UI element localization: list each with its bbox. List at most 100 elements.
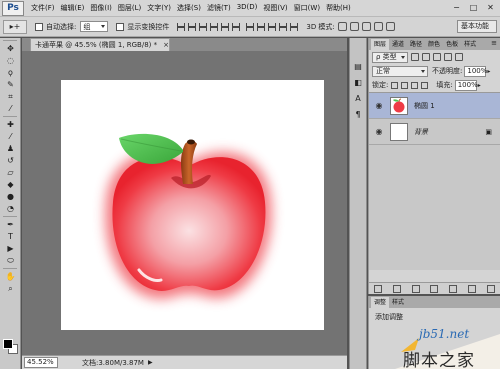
fill-arrow-icon[interactable]: ▸	[478, 82, 481, 89]
canvas-area[interactable]	[22, 51, 347, 355]
menu-edit[interactable]: 编辑(E)	[58, 3, 88, 13]
quick-select-tool-icon[interactable]: ✎	[3, 79, 18, 90]
3d-rotate-icon[interactable]	[337, 22, 347, 31]
eraser-tool-icon[interactable]: ▱	[3, 167, 18, 178]
panel-menu-icon[interactable]: ≡	[491, 39, 497, 47]
distribute-vcenter-icon[interactable]	[257, 22, 266, 31]
layer-filter-kind-dropdown[interactable]: ρ 类型	[372, 51, 408, 63]
restore-button[interactable]: □	[468, 2, 479, 13]
properties-panel-icon[interactable]: ◧	[352, 76, 364, 88]
align-hcenter-icon[interactable]	[221, 22, 230, 31]
color-swatches[interactable]	[3, 339, 19, 355]
align-top-icon[interactable]	[177, 22, 186, 31]
tab-channels[interactable]: 通道	[389, 39, 407, 50]
menu-image[interactable]: 图像(I)	[87, 3, 115, 13]
tab-styles[interactable]: 样式	[461, 39, 479, 50]
marquee-tool-icon[interactable]: ◌	[3, 55, 18, 66]
tab-paths[interactable]: 路径	[407, 39, 425, 50]
hand-tool-icon[interactable]: ✋	[3, 271, 18, 282]
brush-tool-icon[interactable]: ⁄	[3, 131, 18, 142]
fill-field[interactable]: 100%	[454, 79, 478, 91]
workspace-dropdown[interactable]: 基本功能	[457, 20, 497, 33]
opacity-field[interactable]: 100%	[464, 65, 487, 77]
layer-row-ellipse[interactable]: ◉ 椭圆 1	[369, 93, 500, 119]
menu-layer[interactable]: 图层(L)	[115, 3, 144, 13]
paint-bucket-tool-icon[interactable]: ◆	[3, 179, 18, 190]
auto-select-checkbox[interactable]	[35, 22, 43, 31]
align-bottom-icon[interactable]	[199, 22, 208, 31]
menu-file[interactable]: 文件(F)	[28, 3, 58, 13]
zoom-tool-icon[interactable]: ⌕	[3, 283, 18, 294]
lock-position-icon[interactable]	[411, 81, 419, 89]
distribute-bottom-icon[interactable]	[268, 22, 277, 31]
show-transform-checkbox[interactable]	[116, 22, 125, 31]
tab-layers[interactable]: 图层	[371, 39, 390, 50]
layer-style-icon[interactable]	[393, 284, 402, 293]
distribute-right-icon[interactable]	[290, 22, 299, 31]
align-right-icon[interactable]	[232, 22, 241, 31]
3d-roll-icon[interactable]	[349, 22, 359, 31]
menu-filter[interactable]: 滤镜(T)	[204, 3, 234, 13]
filter-pixel-icon[interactable]	[411, 53, 419, 61]
3d-scale-icon[interactable]	[385, 22, 395, 31]
tab-styles-2[interactable]: 样式	[389, 297, 407, 308]
auto-select-dropdown[interactable]: 组	[80, 21, 109, 32]
zoom-field[interactable]: 45.52%	[24, 357, 58, 368]
dodge-tool-icon[interactable]: ◔	[3, 203, 18, 214]
tab-adjustments[interactable]: 调整	[371, 297, 390, 308]
layer-name[interactable]: 椭圆 1	[414, 101, 435, 111]
visibility-eye-icon[interactable]: ◉	[373, 127, 385, 136]
lock-transparent-icon[interactable]	[391, 81, 399, 89]
new-layer-icon[interactable]	[467, 284, 476, 293]
lock-image-icon[interactable]	[401, 81, 409, 89]
menu-select[interactable]: 选择(S)	[174, 3, 204, 13]
menu-view[interactable]: 视图(V)	[260, 3, 290, 13]
blend-mode-dropdown[interactable]: 正常	[372, 65, 428, 77]
clone-stamp-tool-icon[interactable]: ♟	[3, 143, 18, 154]
3d-slide-icon[interactable]	[373, 22, 383, 31]
menu-type[interactable]: 文字(Y)	[144, 3, 174, 13]
paragraph-panel-icon[interactable]: ¶	[352, 108, 364, 120]
filter-shape-icon[interactable]	[444, 53, 452, 61]
history-brush-tool-icon[interactable]: ↺	[3, 155, 18, 166]
filter-adjustment-icon[interactable]	[422, 53, 430, 61]
filter-smart-object-icon[interactable]	[455, 53, 463, 61]
document-close-icon[interactable]: ×	[163, 41, 169, 49]
crop-tool-icon[interactable]: ⌗	[3, 91, 18, 102]
foreground-color-swatch[interactable]	[3, 339, 13, 349]
minimize-button[interactable]: −	[451, 2, 462, 13]
status-menu-arrow-icon[interactable]: ▶	[148, 359, 153, 366]
path-selection-tool-icon[interactable]: ▶	[3, 243, 18, 254]
document-canvas[interactable]	[61, 80, 324, 330]
distribute-left-icon[interactable]	[279, 22, 288, 31]
visibility-eye-icon[interactable]: ◉	[373, 101, 385, 110]
layer-row-background[interactable]: ◉ 背景 ▣	[369, 119, 500, 145]
lock-all-icon[interactable]	[421, 81, 429, 89]
distribute-top-icon[interactable]	[246, 22, 255, 31]
add-mask-icon[interactable]	[411, 284, 420, 293]
lasso-tool-icon[interactable]: ϙ	[3, 67, 18, 78]
align-vcenter-icon[interactable]	[188, 22, 197, 31]
opacity-arrow-icon[interactable]: ▸	[487, 68, 490, 75]
move-tool-preset-icon[interactable]: ▸+	[3, 19, 27, 34]
shape-tool-icon[interactable]: ⬭	[3, 255, 18, 266]
history-panel-icon[interactable]: ▤	[352, 60, 364, 72]
new-adjustment-icon[interactable]	[430, 284, 439, 293]
delete-layer-icon[interactable]	[486, 284, 495, 293]
healing-brush-tool-icon[interactable]: ✚	[3, 119, 18, 130]
eyedropper-tool-icon[interactable]: ⁄	[3, 103, 18, 114]
link-layers-icon[interactable]	[374, 284, 383, 293]
menu-3d[interactable]: 3D(D)	[234, 3, 261, 13]
move-tool-icon[interactable]: ✥	[3, 43, 18, 54]
filter-type-icon[interactable]	[433, 53, 441, 61]
blur-tool-icon[interactable]: ●	[3, 191, 18, 202]
menu-help[interactable]: 帮助(H)	[323, 3, 354, 13]
tab-color[interactable]: 颜色	[425, 39, 443, 50]
close-window-button[interactable]: ✕	[485, 2, 496, 13]
layer-name[interactable]: 背景	[414, 127, 428, 137]
character-panel-icon[interactable]: A	[352, 92, 364, 104]
menu-window[interactable]: 窗口(W)	[291, 3, 323, 13]
tab-swatches[interactable]: 色板	[443, 39, 461, 50]
3d-drag-icon[interactable]	[361, 22, 371, 31]
pen-tool-icon[interactable]: ✒	[3, 219, 18, 230]
